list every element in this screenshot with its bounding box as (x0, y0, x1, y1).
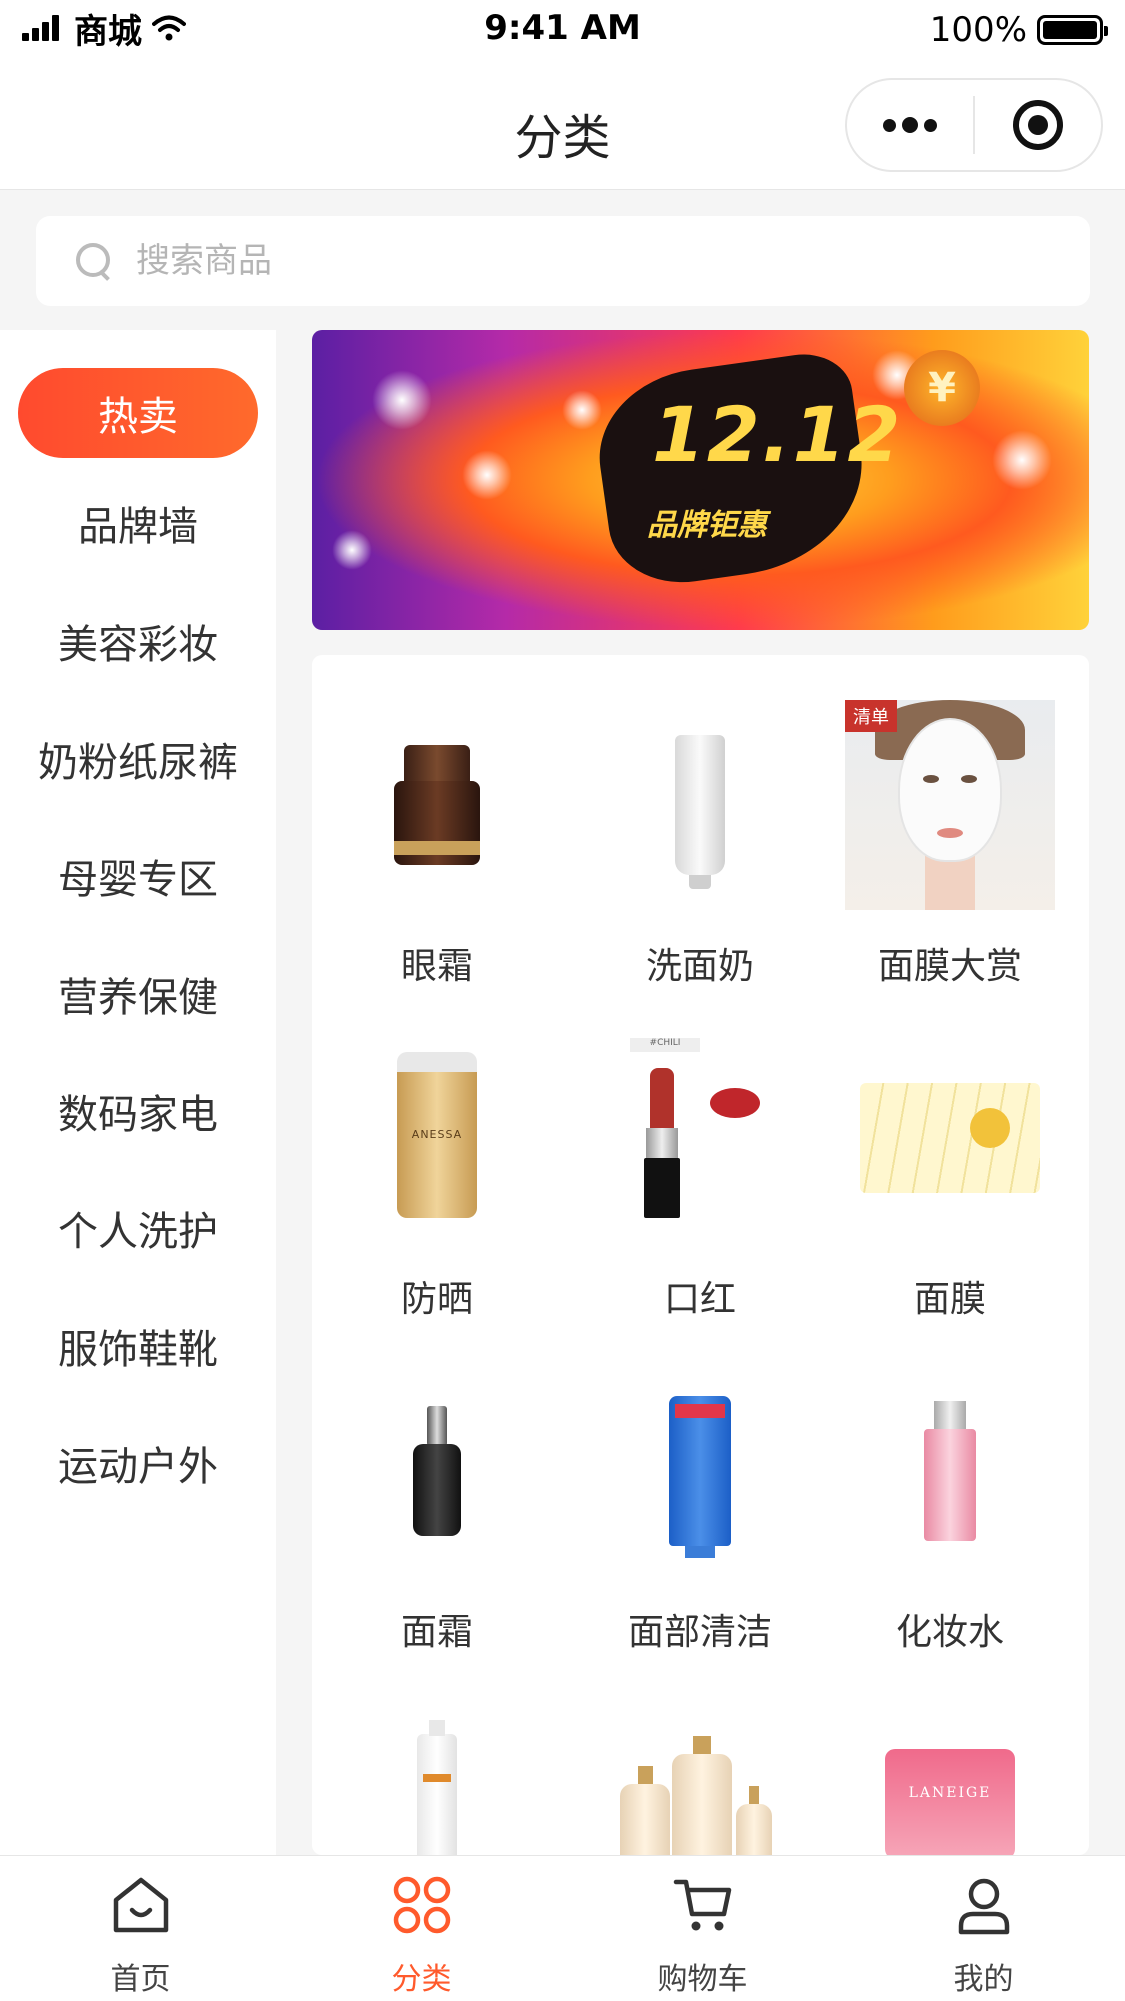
tab-profile[interactable]: 我的 (843, 1856, 1124, 2001)
category-item-mask-review[interactable]: 清单 面膜大赏 (825, 655, 1075, 987)
face-mask-model-icon: 清单 (845, 700, 1055, 910)
sidebar-item-label: 服饰鞋靴 (58, 1327, 218, 1373)
blue-cleanser-tube-icon (595, 1366, 805, 1576)
category-item-face-cleansing[interactable]: 面部清洁 (575, 1321, 825, 1653)
category-item-sheet-mask[interactable]: 面膜 (825, 988, 1075, 1320)
serum-bottle-icon (332, 1366, 542, 1576)
tab-label: 我的 (953, 1962, 1014, 1997)
sidebar-item-sports[interactable]: 运动户外 (0, 1388, 276, 1538)
skincare-set-icon (595, 1699, 805, 1855)
status-bar: 商城 9:41 AM 100% (0, 0, 1125, 60)
tab-home[interactable]: 首页 (0, 1856, 281, 2001)
tab-label: 首页 (110, 1962, 171, 1997)
category-label: 口红 (663, 1279, 736, 1320)
tab-cart[interactable]: 购物车 (562, 1856, 843, 2001)
category-label: 面膜 (913, 1279, 986, 1320)
home-icon (113, 1877, 169, 1933)
battery-percent: 100% (929, 10, 1027, 50)
sidebar-item-label: 营养保健 (58, 975, 218, 1021)
category-label: 化妆水 (895, 1612, 1004, 1653)
cleanser-tube-icon (595, 700, 805, 910)
search-input[interactable] (136, 241, 936, 281)
battery-icon (1037, 15, 1108, 45)
category-grid: 眼霜 洗面奶 清单 面膜大赏 ANESSA 防晒 #CHILI 口红 面膜 面霜… (312, 655, 1089, 1855)
banner-title: 12.12 (652, 390, 903, 479)
sheet-masks-icon (845, 1033, 1055, 1243)
toner-bottle-icon (845, 1366, 1055, 1576)
lipstick-icon: #CHILI (595, 1033, 805, 1243)
category-item-cleanser[interactable]: 洗面奶 (575, 655, 825, 987)
category-item-toner[interactable]: 化妆水 (825, 1321, 1075, 1653)
mini-program-capsule (845, 78, 1103, 172)
stage-light (372, 370, 432, 430)
search-icon (76, 243, 112, 279)
category-item-laneige[interactable]: LANEIGE (825, 1654, 1075, 1855)
tab-category[interactable]: 分类 (281, 1856, 562, 2001)
list-badge: 清单 (845, 700, 897, 732)
category-icon (393, 1876, 451, 1934)
target-close-icon (1012, 100, 1063, 150)
stage-light (992, 430, 1052, 490)
laneige-jar-icon: LANEIGE (845, 1699, 1055, 1855)
category-item-face-cream[interactable]: 面霜 (312, 1321, 562, 1653)
search-bar[interactable] (36, 216, 1090, 306)
more-options-button[interactable] (847, 80, 973, 170)
tab-label: 购物车 (657, 1962, 748, 1997)
eye-cream-jar-icon (332, 700, 542, 910)
sidebar-item-label: 奶粉纸尿裤 (38, 740, 238, 786)
category-item-sunscreen[interactable]: ANESSA 防晒 (312, 988, 562, 1320)
sidebar-item-label: 美容彩妆 (58, 622, 218, 668)
sidebar-item-label: 数码家电 (58, 1092, 218, 1138)
category-item-skincare-set[interactable] (575, 1654, 825, 1855)
brand-text: ANESSA (411, 1128, 463, 1141)
nav-bar: 分类 (0, 60, 1125, 190)
sunscreen-bottle-icon: ANESSA (332, 1033, 542, 1243)
sidebar-item-label: 母婴专区 (58, 857, 218, 903)
shade-tag: #CHILI (630, 1038, 700, 1052)
close-mini-program-button[interactable] (975, 80, 1101, 170)
category-item-lipstick[interactable]: #CHILI 口红 (575, 988, 825, 1320)
stage-light (462, 450, 512, 500)
category-item-eye-cream[interactable]: 眼霜 (312, 655, 562, 987)
category-label: 防晒 (400, 1279, 473, 1320)
sidebar-item-label: 热卖 (18, 368, 258, 458)
sidebar-item-label: 个人洗护 (58, 1209, 218, 1255)
promo-banner[interactable]: 12.12 品牌钜惠 ¥ (312, 330, 1089, 630)
stage-light (562, 390, 602, 430)
category-label: 面膜大赏 (877, 946, 1022, 987)
coin-icon: ¥ (904, 350, 980, 426)
tab-label: 分类 (391, 1962, 452, 1997)
category-sidebar: 热卖 品牌墙 美容彩妆 奶粉纸尿裤 母婴专区 营养保健 数码家电 个人洗护 服饰… (0, 330, 276, 1855)
more-dots-icon (883, 118, 896, 132)
stage-light (332, 530, 372, 570)
category-label: 洗面奶 (645, 946, 754, 987)
spray-bottle-icon (332, 1699, 542, 1855)
category-label: 面部清洁 (627, 1612, 772, 1653)
category-label: 面霜 (400, 1612, 473, 1653)
bottom-tab-bar: 首页 分类 购物车 我的 (0, 1855, 1125, 2001)
banner-subtitle: 品牌钜惠 (647, 508, 767, 543)
sidebar-item-label: 运动户外 (58, 1444, 218, 1490)
category-label: 眼霜 (400, 946, 473, 987)
sidebar-item-label: 品牌墙 (78, 504, 198, 550)
cart-icon (673, 1879, 732, 1931)
brand-text: LANEIGE (908, 1785, 992, 1801)
user-icon (958, 1878, 1010, 1935)
status-right: 100% (929, 8, 1108, 52)
category-item-spray[interactable] (312, 1654, 562, 1855)
